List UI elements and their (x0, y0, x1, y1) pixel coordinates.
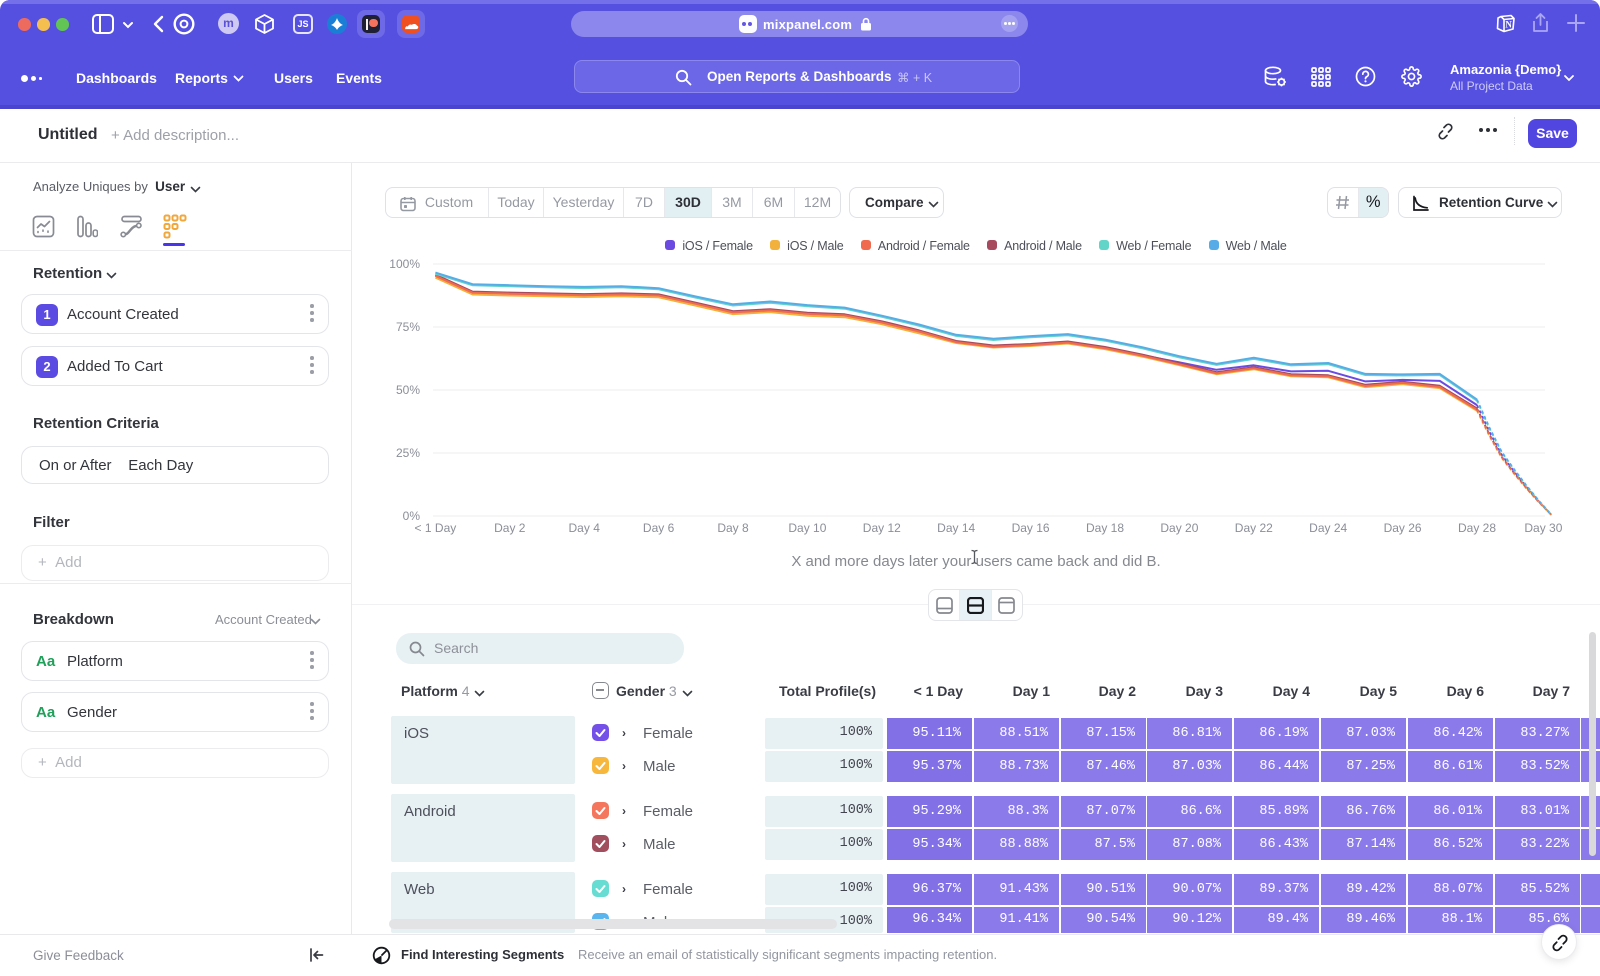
svg-text:50%: 50% (396, 383, 420, 397)
svg-text:Day 18: Day 18 (1086, 521, 1124, 535)
svg-text:Day 30: Day 30 (1524, 521, 1562, 535)
svg-text:N: N (1505, 20, 1512, 30)
svg-text:Day 28: Day 28 (1458, 521, 1496, 535)
svg-text:100%: 100% (389, 257, 420, 271)
svg-text:Day 22: Day 22 (1235, 521, 1273, 535)
svg-text:Day 26: Day 26 (1384, 521, 1422, 535)
svg-text:Day 14: Day 14 (937, 521, 975, 535)
svg-text:Day 4: Day 4 (569, 521, 601, 535)
svg-text:Day 16: Day 16 (1012, 521, 1050, 535)
svg-text:Day 8: Day 8 (717, 521, 749, 535)
svg-text:75%: 75% (396, 320, 420, 334)
svg-text:Day 12: Day 12 (863, 521, 901, 535)
svg-text:< 1 Day: < 1 Day (415, 521, 457, 535)
svg-text:25%: 25% (396, 446, 420, 460)
svg-text:Day 2: Day 2 (494, 521, 526, 535)
svg-text:Day 24: Day 24 (1309, 521, 1347, 535)
svg-text:Day 6: Day 6 (643, 521, 675, 535)
svg-text:Day 10: Day 10 (788, 521, 826, 535)
svg-text:Day 20: Day 20 (1160, 521, 1198, 535)
